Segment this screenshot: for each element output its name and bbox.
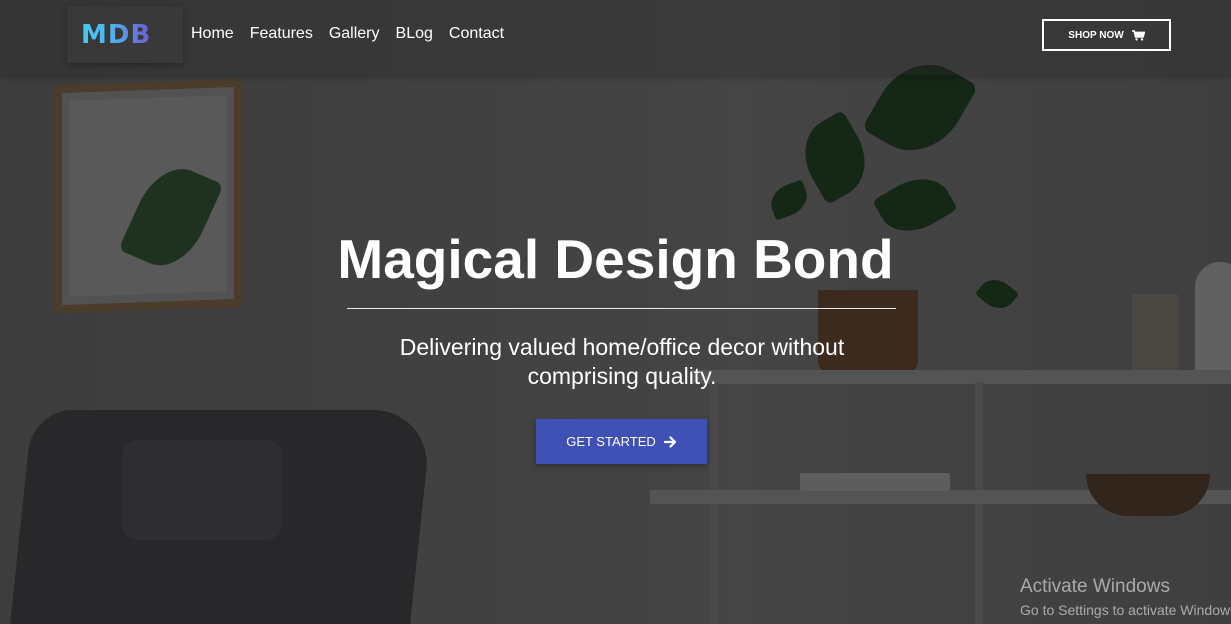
- navbar: MDB Home Features Gallery BLog Contact S…: [0, 0, 1231, 75]
- shop-now-button[interactable]: SHOP NOW: [1042, 19, 1171, 51]
- brand-logo-text: MDB: [81, 19, 152, 50]
- hero-title: Magical Design Bond: [337, 228, 894, 290]
- cart-icon: [1131, 29, 1145, 41]
- get-started-button[interactable]: GET STARTED: [536, 419, 707, 464]
- activate-windows-watermark: Activate Windows Go to Settings to activ…: [1020, 576, 1231, 620]
- shop-now-label: SHOP NOW: [1068, 29, 1124, 41]
- nav-links: Home Features Gallery BLog Contact: [191, 24, 520, 44]
- nav-link-features[interactable]: Features: [250, 24, 313, 44]
- hero-subtitle: Delivering valued home/office decor with…: [399, 334, 845, 389]
- get-started-label: GET STARTED: [566, 434, 656, 449]
- watermark-title: Activate Windows: [1020, 576, 1170, 597]
- dark-overlay: [0, 0, 1231, 624]
- nav-link-blog[interactable]: BLog: [396, 24, 433, 44]
- hero-divider: [347, 308, 896, 309]
- hero-background-image: [0, 0, 1231, 624]
- nav-link-home[interactable]: Home: [191, 24, 234, 44]
- brand-logo[interactable]: MDB: [67, 6, 183, 63]
- watermark-subtitle: Go to Settings to activate Windows.: [1020, 602, 1231, 618]
- arrow-right-icon: [663, 435, 677, 448]
- nav-link-gallery[interactable]: Gallery: [329, 24, 380, 44]
- nav-link-contact[interactable]: Contact: [449, 24, 504, 44]
